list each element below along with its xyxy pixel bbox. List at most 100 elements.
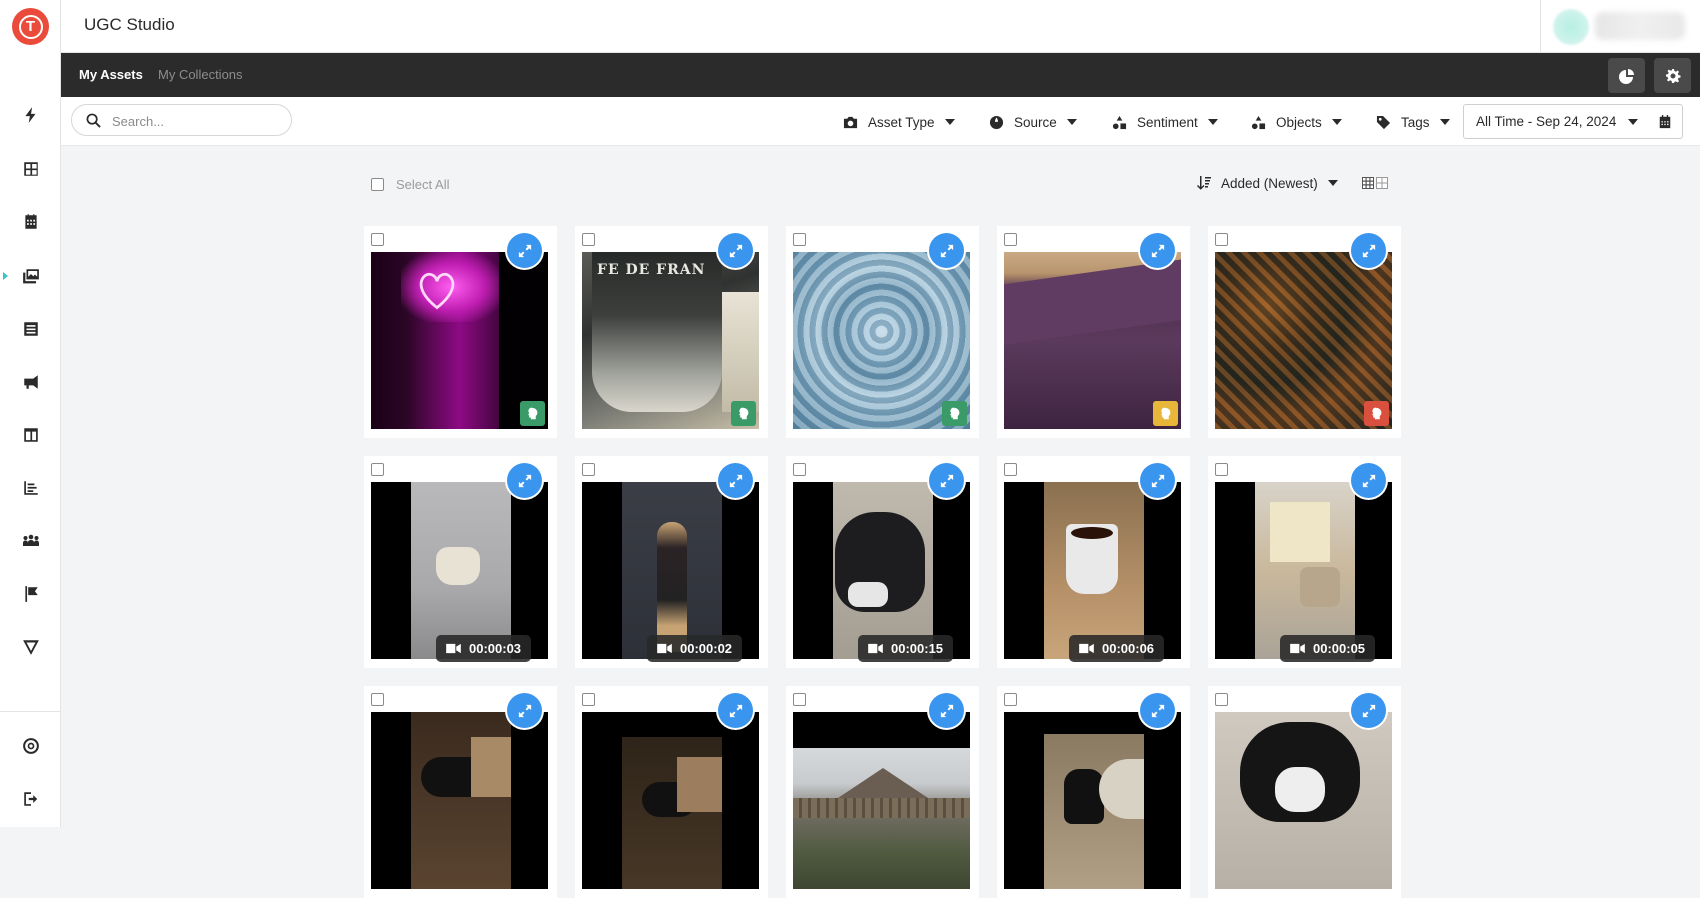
- expand-button[interactable]: [718, 693, 753, 728]
- asset-thumbnail[interactable]: [793, 712, 970, 889]
- expand-button[interactable]: [1140, 693, 1175, 728]
- source-filter[interactable]: Source: [989, 112, 1077, 132]
- asset-checkbox[interactable]: [371, 693, 384, 706]
- analytics-button[interactable]: [1608, 58, 1645, 93]
- shapes-icon: [1251, 115, 1266, 129]
- expand-button[interactable]: [507, 463, 542, 498]
- tab-my-assets[interactable]: My Assets: [79, 67, 143, 82]
- asset-checkbox[interactable]: [582, 463, 595, 476]
- bar-chart-icon[interactable]: [0, 470, 61, 506]
- date-range-picker[interactable]: All Time - Sep 24, 2024: [1463, 104, 1683, 139]
- v-brand-icon[interactable]: [0, 629, 61, 665]
- expand-button[interactable]: [1351, 693, 1386, 728]
- asset-checkbox[interactable]: [1215, 693, 1228, 706]
- select-all-label: Select All: [396, 177, 450, 192]
- sort-dropdown[interactable]: Added (Newest): [1196, 175, 1338, 191]
- sentiment-badge-neutral: [1153, 401, 1178, 426]
- mug-print-text: FE DE FRAN: [597, 262, 706, 278]
- user-menu[interactable]: [1540, 0, 1700, 53]
- asset-checkbox[interactable]: [793, 233, 806, 246]
- tab-my-collections[interactable]: My Collections: [158, 67, 243, 82]
- asset-thumbnail[interactable]: [582, 482, 759, 659]
- asset-card[interactable]: [997, 686, 1190, 898]
- asset-thumbnail[interactable]: [1004, 482, 1181, 659]
- calendar-icon[interactable]: [0, 204, 61, 240]
- asset-checkbox[interactable]: [793, 463, 806, 476]
- grid-large-icon[interactable]: [1376, 177, 1388, 189]
- expand-button[interactable]: [929, 693, 964, 728]
- expand-button[interactable]: [718, 463, 753, 498]
- asset-thumbnail[interactable]: [1215, 712, 1392, 889]
- lightning-icon[interactable]: [0, 97, 61, 133]
- asset-card[interactable]: [364, 226, 557, 438]
- layout-columns-icon[interactable]: [0, 417, 61, 453]
- asset-checkbox[interactable]: [1004, 233, 1017, 246]
- chevron-down-icon: [1066, 119, 1077, 125]
- pie-chart-icon: [1618, 68, 1634, 84]
- asset-thumbnail[interactable]: [1004, 712, 1181, 889]
- expand-icon: [940, 704, 953, 717]
- settings-button[interactable]: [1654, 58, 1691, 93]
- asset-card[interactable]: [575, 686, 768, 898]
- asset-thumbnail[interactable]: [371, 712, 548, 889]
- asset-type-filter[interactable]: Asset Type: [843, 112, 955, 132]
- avatar[interactable]: [1553, 9, 1589, 45]
- asset-card[interactable]: 00:00:02: [575, 456, 768, 668]
- expand-button[interactable]: [929, 233, 964, 268]
- asset-checkbox[interactable]: [1215, 463, 1228, 476]
- expand-button[interactable]: [1351, 463, 1386, 498]
- expand-button[interactable]: [929, 463, 964, 498]
- asset-thumbnail[interactable]: [582, 712, 759, 889]
- asset-checkbox[interactable]: [1004, 693, 1017, 706]
- brand-logo[interactable]: T: [12, 8, 49, 45]
- people-icon[interactable]: [0, 523, 61, 559]
- asset-checkbox[interactable]: [371, 463, 384, 476]
- asset-checkbox[interactable]: [793, 693, 806, 706]
- logout-icon[interactable]: [0, 781, 61, 817]
- video-duration: 00:00:06: [1102, 641, 1155, 656]
- search-input[interactable]: [112, 111, 282, 131]
- expand-button[interactable]: [1351, 233, 1386, 268]
- expand-button[interactable]: [507, 693, 542, 728]
- asset-card[interactable]: 00:00:03: [364, 456, 557, 668]
- chevron-down-icon: [1439, 119, 1450, 125]
- expand-button[interactable]: [718, 233, 753, 268]
- asset-thumbnail[interactable]: [1215, 482, 1392, 659]
- asset-card[interactable]: 00:00:06: [997, 456, 1190, 668]
- grid-small-icon[interactable]: [1362, 177, 1374, 189]
- flag-icon[interactable]: [0, 576, 61, 612]
- search-box[interactable]: [71, 104, 292, 136]
- expand-icon: [729, 244, 742, 257]
- objects-filter[interactable]: Objects: [1251, 112, 1342, 132]
- select-all[interactable]: Select All: [371, 177, 449, 192]
- video-camera-icon: [1290, 643, 1305, 654]
- select-all-checkbox[interactable]: [371, 178, 384, 191]
- expand-button[interactable]: [1140, 463, 1175, 498]
- asset-checkbox[interactable]: [1215, 233, 1228, 246]
- asset-thumbnail[interactable]: [793, 482, 970, 659]
- expand-button[interactable]: [507, 233, 542, 268]
- sentiment-filter[interactable]: Sentiment: [1112, 112, 1218, 132]
- asset-card[interactable]: [1208, 226, 1401, 438]
- asset-card[interactable]: [364, 686, 557, 898]
- dashboard-grid-icon[interactable]: [0, 151, 61, 187]
- asset-card[interactable]: [1208, 686, 1401, 898]
- megaphone-icon[interactable]: [0, 364, 61, 400]
- asset-checkbox[interactable]: [371, 233, 384, 246]
- list-icon[interactable]: [0, 311, 61, 347]
- asset-checkbox[interactable]: [582, 233, 595, 246]
- media-library-icon[interactable]: [0, 258, 61, 294]
- asset-checkbox[interactable]: [1004, 463, 1017, 476]
- asset-card[interactable]: [997, 226, 1190, 438]
- asset-card[interactable]: 00:00:05: [1208, 456, 1401, 668]
- asset-card[interactable]: FE DE FRAN: [575, 226, 768, 438]
- sentiment-badge-positive: [520, 401, 545, 426]
- tags-filter[interactable]: Tags: [1376, 112, 1450, 132]
- asset-thumbnail[interactable]: [371, 482, 548, 659]
- asset-card[interactable]: [786, 686, 979, 898]
- asset-checkbox[interactable]: [582, 693, 595, 706]
- help-lifebuoy-icon[interactable]: [0, 728, 61, 764]
- asset-card[interactable]: 00:00:15: [786, 456, 979, 668]
- expand-button[interactable]: [1140, 233, 1175, 268]
- asset-card[interactable]: [786, 226, 979, 438]
